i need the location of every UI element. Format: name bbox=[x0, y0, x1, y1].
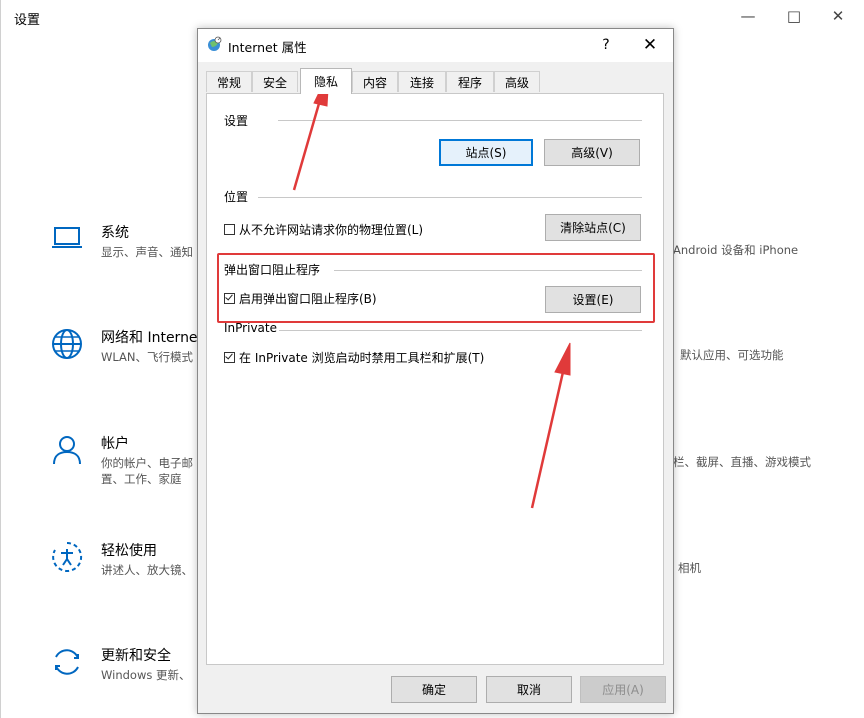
category-name: 轻松使用 bbox=[101, 543, 157, 559]
person-icon bbox=[50, 433, 84, 467]
internet-properties-dialog: Internet 属性 ? ✕ 常规 安全 隐私 内容 连接 程序 高级 设置 … bbox=[197, 28, 674, 714]
inprivate-checkbox[interactable] bbox=[224, 352, 235, 363]
tab-advanced[interactable]: 高级 bbox=[494, 71, 540, 92]
category-desc: 你的帐户、电子邮 置、工作、家庭 bbox=[101, 456, 193, 486]
category-desc-apps: 默认应用、可选功能 bbox=[680, 348, 784, 362]
tab-content[interactable]: 内容 bbox=[352, 71, 398, 92]
category-name: 帐户 bbox=[101, 436, 129, 452]
category-desc-phone: Android 设备和 iPhone bbox=[673, 243, 799, 257]
window-edge bbox=[0, 0, 1, 718]
category-desc: Windows 更新、 bbox=[101, 668, 191, 682]
category-desc: 显示、声音、通知 bbox=[101, 245, 193, 259]
tab-privacy[interactable]: 隐私 bbox=[300, 68, 352, 94]
ok-button[interactable]: 确定 bbox=[391, 676, 477, 703]
inprivate-group-divider bbox=[279, 330, 642, 331]
help-button[interactable]: ? bbox=[596, 34, 616, 56]
advanced-button[interactable]: 高级(V) bbox=[544, 139, 640, 166]
tab-security[interactable]: 安全 bbox=[252, 71, 298, 92]
category-desc-privacy: 相机 bbox=[678, 561, 701, 575]
laptop-icon bbox=[50, 222, 84, 256]
inprivate-checkbox-label: 在 InPrivate 浏览启动时禁用工具栏和扩展(T) bbox=[239, 351, 485, 365]
dialog-title: Internet 属性 bbox=[228, 40, 307, 55]
category-desc: 讲述人、放大镜、 bbox=[101, 563, 193, 577]
inprivate-group-label: InPrivate bbox=[224, 321, 277, 335]
settings-window-title: 设置 bbox=[14, 13, 41, 28]
sites-button[interactable]: 站点(S) bbox=[439, 139, 533, 166]
category-name: 更新和安全 bbox=[101, 648, 171, 664]
clear-sites-button[interactable]: 清除站点(C) bbox=[545, 214, 641, 241]
category-name: 系统 bbox=[101, 225, 129, 241]
inprivate-checkbox-row[interactable]: 在 InPrivate 浏览启动时禁用工具栏和扩展(T) bbox=[224, 349, 484, 366]
location-group-divider bbox=[258, 197, 642, 198]
dialog-titlebar: Internet 属性 ? ✕ bbox=[198, 29, 673, 62]
location-checkbox[interactable] bbox=[224, 224, 235, 235]
minimize-icon[interactable]: — bbox=[736, 4, 760, 28]
maximize-icon[interactable]: □ bbox=[782, 4, 806, 28]
privacy-tab-panel: 设置 站点(S) 高级(V) 位置 从不允许网站请求你的物理位置(L) 清除站点… bbox=[206, 93, 664, 665]
category-name: 网络和 Interne bbox=[101, 330, 198, 346]
tab-general[interactable]: 常规 bbox=[206, 71, 252, 92]
location-checkbox-row[interactable]: 从不允许网站请求你的物理位置(L) bbox=[224, 221, 423, 238]
settings-group-label: 设置 bbox=[224, 114, 249, 128]
close-icon[interactable]: ✕ bbox=[826, 4, 850, 28]
location-checkbox-label: 从不允许网站请求你的物理位置(L) bbox=[239, 223, 424, 237]
dialog-close-button[interactable]: ✕ bbox=[638, 33, 662, 57]
category-desc-gaming: 栏、截屏、直播、游戏模式 bbox=[673, 455, 811, 469]
tab-programs[interactable]: 程序 bbox=[446, 71, 494, 92]
annotation-highlight-box bbox=[217, 253, 655, 323]
cancel-button[interactable]: 取消 bbox=[486, 676, 572, 703]
internet-globe-icon bbox=[206, 36, 223, 53]
category-desc: WLAN、飞行模式 bbox=[101, 350, 194, 364]
location-group-label: 位置 bbox=[224, 190, 249, 204]
apply-button[interactable]: 应用(A) bbox=[580, 676, 666, 703]
settings-group-divider bbox=[278, 120, 642, 121]
tab-connections[interactable]: 连接 bbox=[398, 71, 446, 92]
accessibility-icon bbox=[50, 540, 84, 574]
globe-icon bbox=[50, 327, 84, 361]
sync-icon bbox=[50, 645, 84, 679]
